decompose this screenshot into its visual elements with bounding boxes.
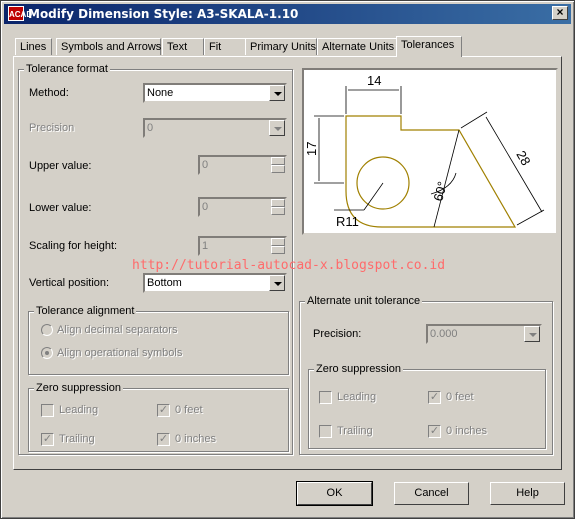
upper-value: 0 [202,159,209,171]
alt-zero-inches-checkbox[interactable]: ✓ [428,425,441,438]
trailing-checkbox[interactable]: ✓ [41,433,54,446]
spin-up-icon[interactable] [271,238,285,246]
alternate-tolerance-title: Alternate unit tolerance [305,295,423,307]
alt-leading-checkbox[interactable] [319,391,332,404]
chevron-down-icon[interactable] [269,120,285,136]
cancel-button[interactable]: Cancel [394,482,469,505]
alt-precision-label: Precision: [313,328,362,340]
scaling-label: Scaling for height: [29,240,118,252]
spin-up-icon[interactable] [271,157,285,165]
precision-dropdown[interactable]: 0 [143,118,287,138]
zero-inches-checkbox[interactable]: ✓ [157,433,170,446]
dialog-window: ACAD Modify Dimension Style: A3-SKALA-1.… [0,0,575,519]
chevron-down-icon[interactable] [524,326,540,342]
alt-precision-value: 0.000 [430,328,458,340]
precision-label: Precision [29,122,75,134]
tab-text[interactable]: Text [162,38,204,55]
spin-up-icon[interactable] [271,199,285,207]
dim-diag-label: 28 [513,148,533,168]
spin-down-icon[interactable] [271,165,285,173]
alt-zero-feet-checkbox[interactable]: ✓ [428,391,441,404]
watermark-url: http://tutorial-autocad-x.blogspot.co.id [132,258,446,273]
alt-precision-dropdown[interactable]: 0.000 [426,324,542,344]
tolerance-alignment-group: Tolerance alignment [28,305,289,375]
tab-primary-units[interactable]: Primary Units [245,38,317,55]
dimension-preview: 14 17 28 60° R11 [302,68,558,235]
alt-zero-feet-label: 0 feet [446,391,474,403]
dim-radius-label: R11 [336,214,359,229]
lower-value-label: Lower value: [29,202,92,214]
chevron-down-icon[interactable] [269,85,285,101]
window-title: Modify Dimension Style: A3-SKALA-1.10 [28,7,299,21]
leading-checkbox[interactable] [41,404,54,417]
tolerance-format-title: Tolerance format [24,63,110,75]
tab-lines[interactable]: Lines [15,38,52,55]
ok-button[interactable]: OK [296,481,373,506]
upper-value-spinner[interactable]: 0 [198,155,287,175]
tab-fit[interactable]: Fit [204,38,246,55]
preview-shape [345,115,517,228]
tab-alternate-units[interactable]: Alternate Units [317,38,397,55]
trailing-label: Trailing [59,433,95,445]
align-decimal-label: Align decimal separators [57,324,178,336]
dim-top-label: 14 [367,73,381,88]
zero-inches-label: 0 inches [175,433,216,445]
method-label: Method: [29,87,69,99]
dim-left-label: 17 [304,142,319,156]
tab-symbols-and-arrows[interactable]: Symbols and Arrows [56,38,161,55]
vertical-position-dropdown[interactable]: Bottom [143,273,287,293]
spin-down-icon[interactable] [271,207,285,215]
spin-down-icon[interactable] [271,246,285,254]
close-button[interactable]: × [552,6,568,20]
method-dropdown[interactable]: None [143,83,287,103]
lower-value-spinner[interactable]: 0 [198,197,287,217]
method-value: None [147,87,174,99]
scaling-value: 1 [202,240,209,252]
dim-angle-label: 60° [430,180,450,203]
zero-feet-label: 0 feet [175,404,203,416]
alt-zero-suppression-title: Zero suppression [314,363,403,375]
zero-suppression-title: Zero suppression [34,382,123,394]
alt-trailing-label: Trailing [337,425,373,437]
lower-value: 0 [202,201,209,213]
autocad-app-icon[interactable]: ACAD [8,6,32,21]
preview-drawing: 14 17 28 60° R11 [304,73,545,229]
scaling-spinner[interactable]: 1 [198,236,287,256]
leading-label: Leading [59,404,99,416]
align-operational-label: Align operational symbols [57,347,183,359]
tolerance-alignment-title: Tolerance alignment [34,305,137,317]
vertical-position-value: Bottom [147,277,182,289]
alt-zero-suppression-group: Zero suppression [308,363,546,449]
alt-trailing-checkbox[interactable] [319,425,332,438]
align-operational-radio[interactable] [41,347,53,359]
chevron-down-icon[interactable] [269,275,285,291]
align-decimal-radio[interactable] [41,324,53,336]
title-bar[interactable]: ACAD Modify Dimension Style: A3-SKALA-1.… [4,4,571,24]
help-button[interactable]: Help [490,482,565,505]
zero-feet-checkbox[interactable]: ✓ [157,404,170,417]
tab-tolerances[interactable]: Tolerances [396,36,462,57]
upper-value-label: Upper value: [29,160,92,172]
vertical-position-label: Vertical position: [29,277,110,289]
precision-value: 0 [147,122,154,134]
alt-leading-label: Leading [337,391,377,403]
alt-zero-inches-label: 0 inches [446,425,487,437]
